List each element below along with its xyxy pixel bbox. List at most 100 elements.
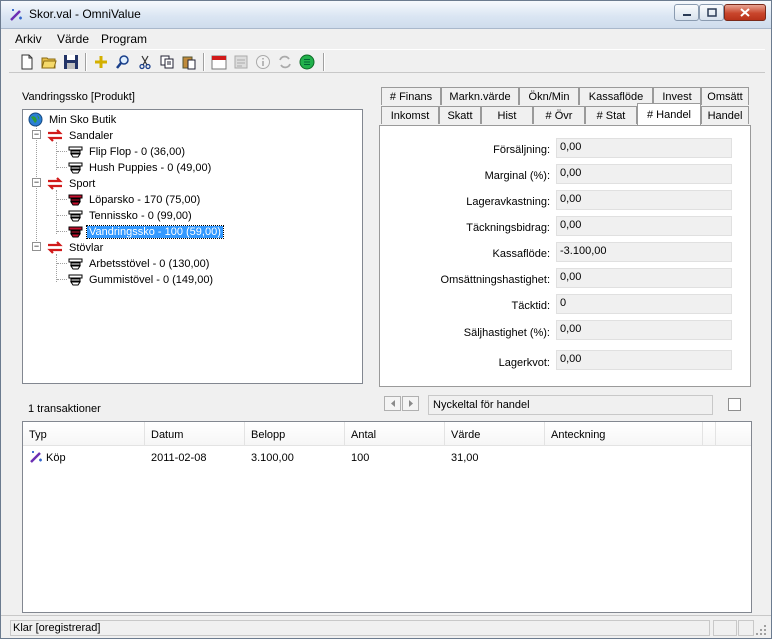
field-label: Försäljning: bbox=[493, 144, 550, 156]
tab-markn-varde[interactable]: Markn.värde bbox=[441, 87, 519, 105]
document-button[interactable] bbox=[231, 52, 251, 72]
copy-icon bbox=[160, 55, 174, 69]
tab-finans[interactable]: # Finans bbox=[381, 87, 441, 105]
copy-button[interactable] bbox=[157, 52, 177, 72]
tree-expander-sandaler[interactable]: − bbox=[32, 130, 41, 139]
new-button[interactable] bbox=[17, 52, 37, 72]
prev-button[interactable] bbox=[384, 396, 401, 411]
tree-expander-sport[interactable]: − bbox=[32, 178, 41, 187]
metrics-tabs: # Finans Markn.värde Ökn/Min Kassaflöde … bbox=[379, 87, 751, 387]
paste-button[interactable] bbox=[179, 52, 199, 72]
list-header: Typ Datum Belopp Antal Värde Anteckning bbox=[23, 422, 751, 446]
tree-item[interactable]: Tennissko - 0 (99,00) bbox=[67, 208, 194, 223]
tab-hist[interactable]: Hist bbox=[481, 106, 533, 124]
title-bar: Skor.val - OmniValue bbox=[1, 1, 771, 29]
product-tree[interactable]: Min Sko Butik − Sandaler Flip Flop - 0 (… bbox=[22, 109, 363, 384]
tree-item-label: Hush Puppies - 0 (49,00) bbox=[89, 161, 212, 174]
find-button[interactable] bbox=[113, 52, 133, 72]
minimize-icon bbox=[682, 13, 691, 16]
status-cell bbox=[738, 620, 754, 636]
tab-inkomst[interactable]: Inkomst bbox=[381, 106, 439, 124]
tree-connector bbox=[57, 167, 67, 168]
cell-varde: 31,00 bbox=[451, 452, 479, 464]
info-button[interactable] bbox=[253, 52, 273, 72]
field-saljhastighet: 0,00 bbox=[556, 320, 732, 340]
shoe-product-icon bbox=[67, 224, 83, 239]
maximize-button[interactable] bbox=[699, 4, 724, 21]
list-button[interactable] bbox=[297, 52, 317, 72]
tree-group-sport[interactable]: Sport bbox=[47, 176, 97, 191]
new-file-icon bbox=[21, 54, 33, 70]
app-logo-icon bbox=[10, 9, 22, 21]
menu-arkiv[interactable]: Arkiv bbox=[15, 32, 42, 46]
column-header-antal[interactable]: Antal bbox=[345, 422, 445, 446]
tree-item-label: Löparsko - 170 (75,00) bbox=[89, 193, 201, 206]
tab-stat[interactable]: # Stat bbox=[585, 106, 637, 124]
toolbar-separator bbox=[85, 53, 87, 71]
close-button[interactable] bbox=[724, 4, 766, 21]
tree-item-label: Tennissko - 0 (99,00) bbox=[89, 209, 192, 222]
field-tackningsbidrag: 0,00 bbox=[556, 216, 732, 236]
column-header-typ[interactable]: Typ bbox=[23, 422, 145, 446]
tab-okn-min[interactable]: Ökn/Min bbox=[519, 87, 579, 105]
cell-datum: 2011-02-08 bbox=[151, 452, 207, 464]
column-header-belopp[interactable]: Belopp bbox=[245, 422, 345, 446]
find-icon bbox=[116, 55, 129, 69]
refresh-button[interactable] bbox=[275, 52, 295, 72]
tree-group-sandaler[interactable]: Sandaler bbox=[47, 128, 115, 143]
menu-varde[interactable]: Värde bbox=[57, 32, 89, 46]
shoe-product-icon bbox=[67, 208, 83, 223]
transaction-count: 1 transaktioner bbox=[28, 403, 101, 415]
calendar-button[interactable] bbox=[209, 52, 229, 72]
document-icon bbox=[234, 55, 248, 69]
tab-ovr[interactable]: # Övr bbox=[533, 106, 585, 124]
cut-button[interactable] bbox=[135, 52, 155, 72]
tab-omsatt[interactable]: Omsätt bbox=[701, 87, 749, 105]
menu-program[interactable]: Program bbox=[101, 32, 147, 46]
tree-item-label: Gummistövel - 0 (149,00) bbox=[89, 273, 214, 286]
save-button[interactable] bbox=[61, 52, 81, 72]
column-header-anteckning[interactable]: Anteckning bbox=[545, 422, 703, 446]
field-label: Lageravkastning: bbox=[466, 196, 550, 208]
shoe-product-icon bbox=[67, 160, 83, 175]
resize-grip-icon[interactable] bbox=[755, 624, 767, 636]
tree-group-stovlar[interactable]: Stövlar bbox=[47, 240, 105, 255]
tree-connector bbox=[57, 279, 67, 280]
column-header-datum[interactable]: Datum bbox=[145, 422, 245, 446]
tree-root-label: Min Sko Butik bbox=[49, 113, 117, 126]
column-header-spacer bbox=[703, 422, 716, 446]
tree-item[interactable]: Arbetsstövel - 0 (130,00) bbox=[67, 256, 211, 271]
tab-handel[interactable]: Handel bbox=[701, 106, 749, 124]
menu-bar: Arkiv Värde Program bbox=[1, 30, 771, 48]
tree-item[interactable]: Löparsko - 170 (75,00) bbox=[67, 192, 202, 207]
tree-expander-stovlar[interactable]: − bbox=[32, 242, 41, 251]
tab-handel-metrics[interactable]: # Handel bbox=[637, 103, 701, 125]
tree-item[interactable]: Flip Flop - 0 (36,00) bbox=[67, 144, 187, 159]
open-folder-icon bbox=[41, 57, 57, 69]
list-icon bbox=[299, 54, 315, 70]
next-button[interactable] bbox=[402, 396, 419, 411]
tree-item[interactable]: Gummistövel - 0 (149,00) bbox=[67, 272, 215, 287]
field-label: Täcktid: bbox=[511, 300, 550, 312]
field-label: Täckningsbidrag: bbox=[466, 222, 550, 234]
open-button[interactable] bbox=[39, 52, 59, 72]
tree-root[interactable]: Min Sko Butik bbox=[27, 112, 118, 127]
transaction-list[interactable]: Typ Datum Belopp Antal Värde Anteckning … bbox=[22, 421, 752, 613]
column-header-varde[interactable]: Värde bbox=[445, 422, 545, 446]
tree-connector bbox=[57, 231, 67, 232]
tab-skatt[interactable]: Skatt bbox=[439, 106, 481, 124]
toolbar bbox=[9, 49, 765, 73]
field-label: Omsättningshastighet: bbox=[440, 274, 550, 286]
globe-icon bbox=[27, 112, 43, 127]
tree-item-label: Flip Flop - 0 (36,00) bbox=[89, 145, 185, 158]
tree-item-selected[interactable]: Vandringssko - 100 (59,00) bbox=[67, 224, 224, 239]
tree-connector bbox=[57, 263, 67, 264]
shoe-product-icon bbox=[67, 272, 83, 287]
add-button[interactable] bbox=[91, 52, 111, 72]
status-bar: Klar [oregistrerad] bbox=[1, 615, 771, 639]
minimize-button[interactable] bbox=[674, 4, 699, 21]
tree-item[interactable]: Hush Puppies - 0 (49,00) bbox=[67, 160, 213, 175]
calendar-icon bbox=[211, 55, 227, 70]
option-checkbox[interactable] bbox=[728, 398, 741, 411]
field-label: Kassaflöde: bbox=[492, 248, 550, 260]
